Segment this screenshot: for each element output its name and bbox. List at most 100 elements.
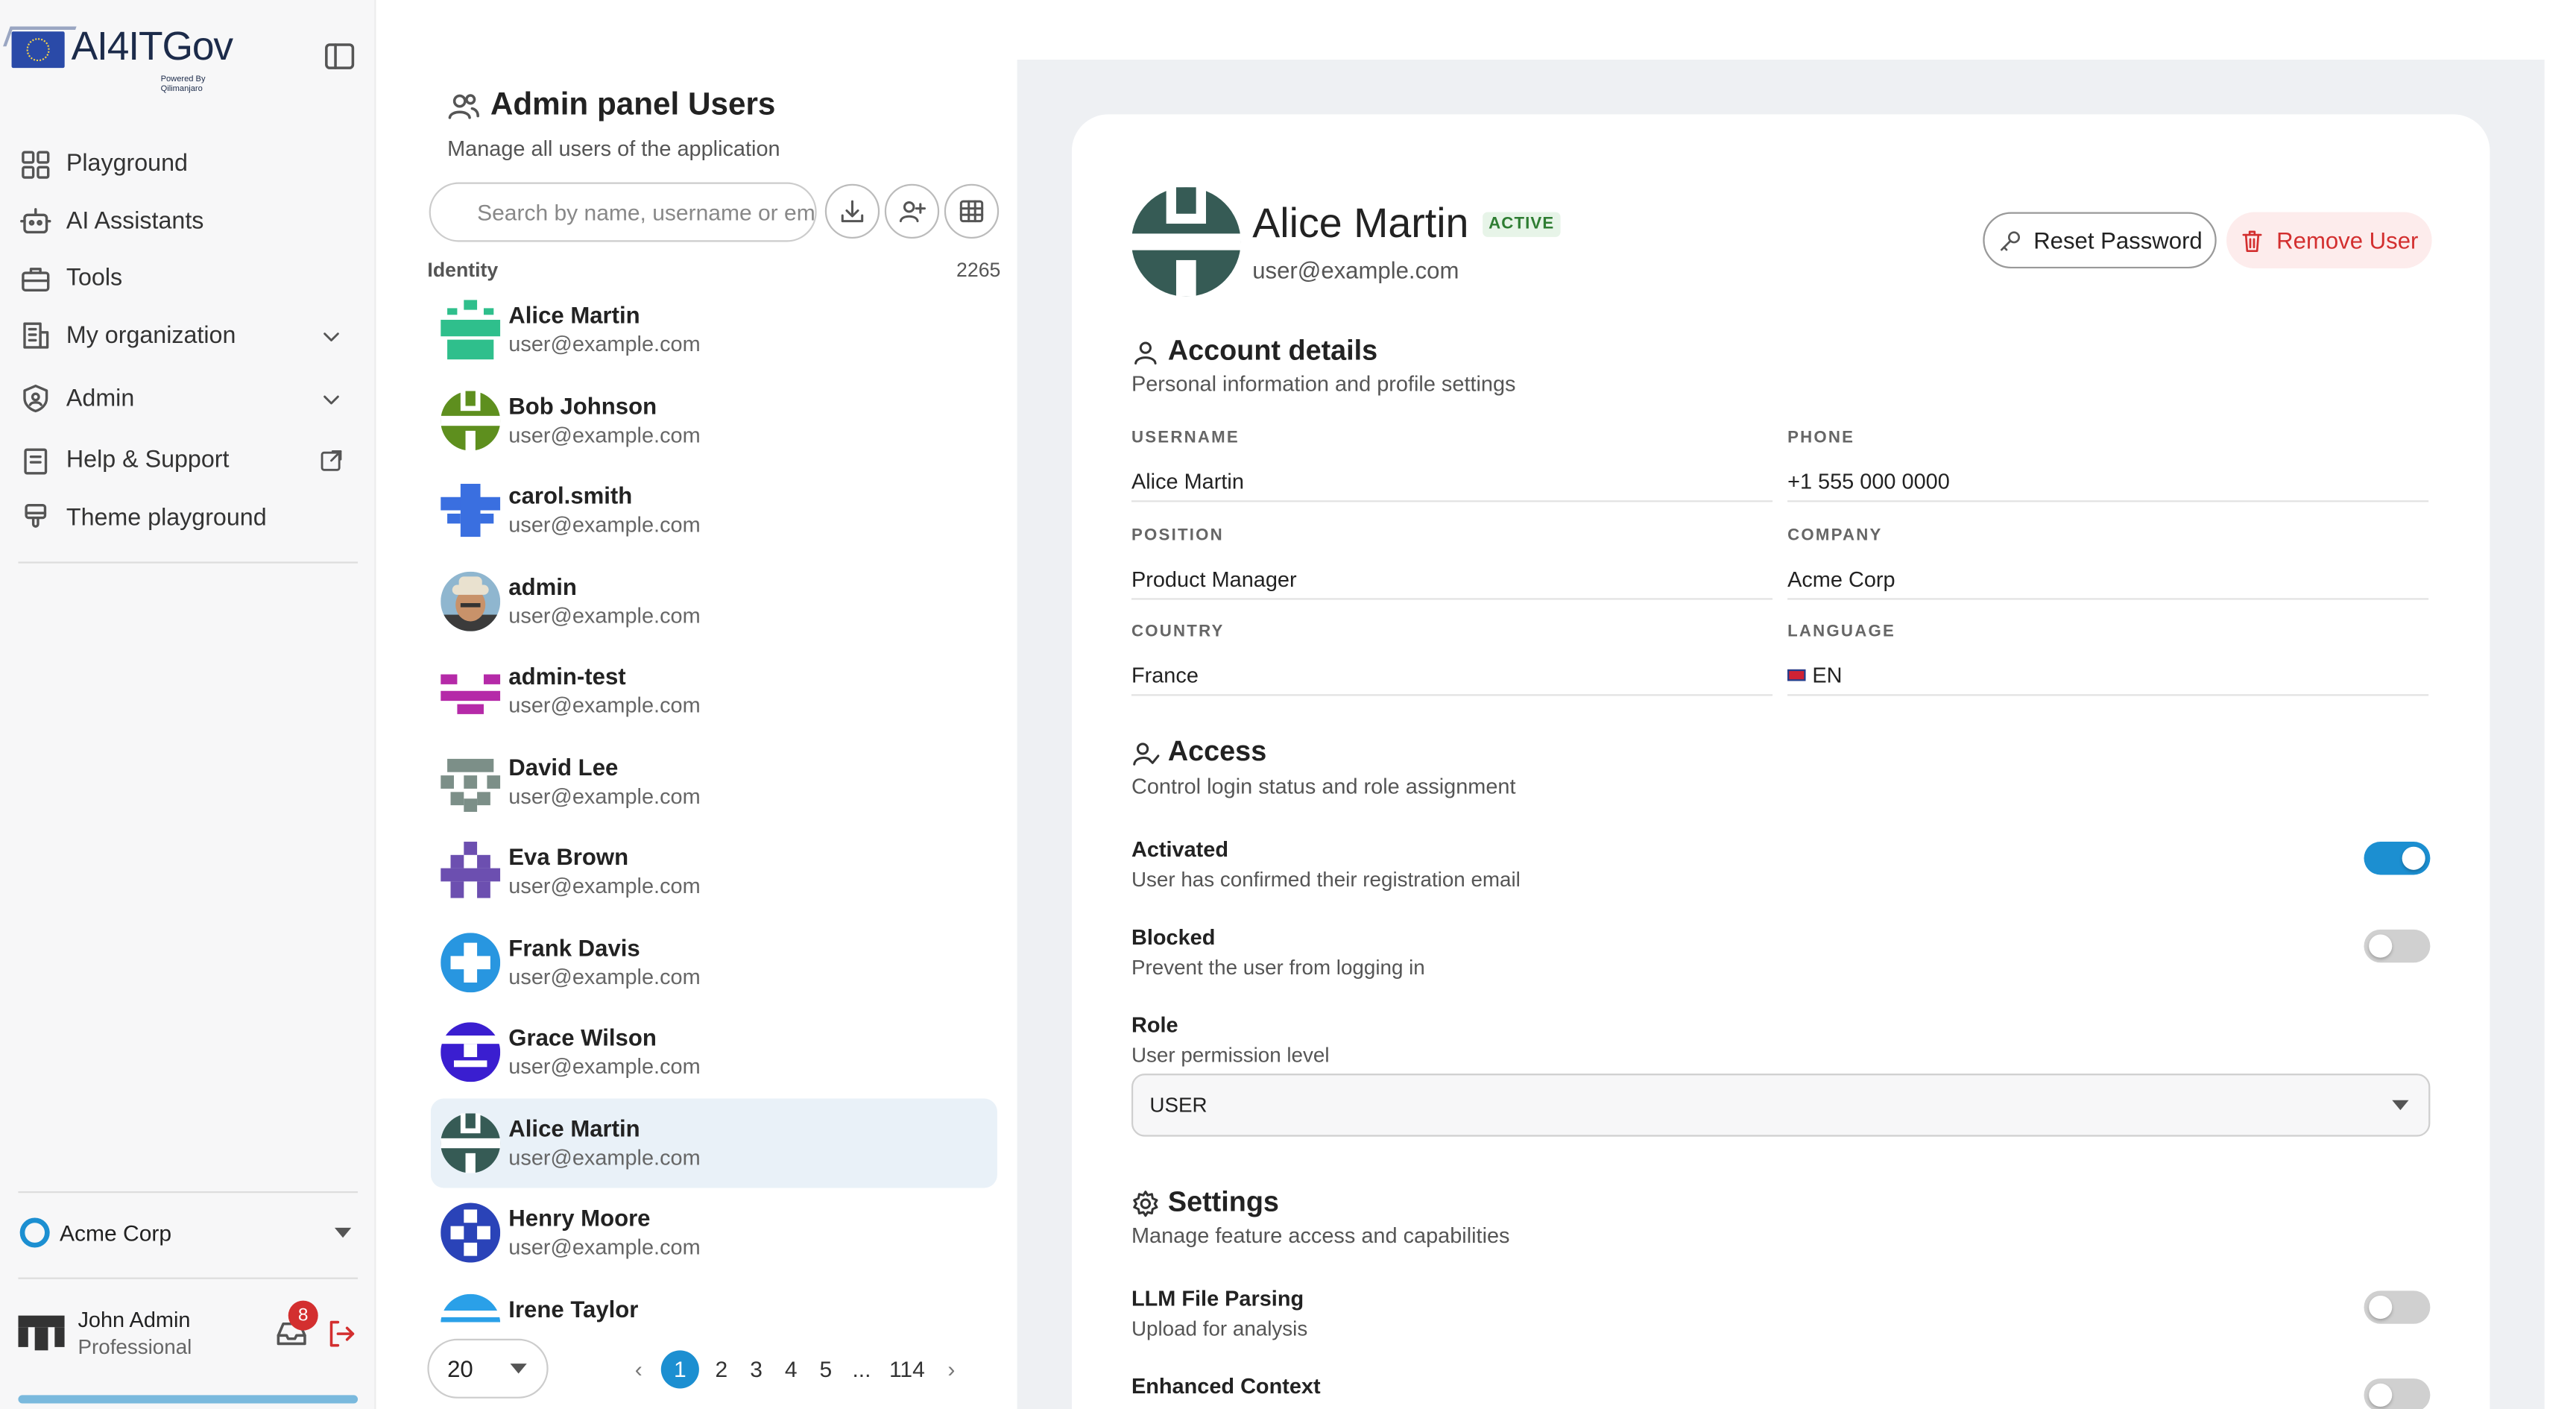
book-icon (24, 447, 48, 474)
user-list-name: admin-test (508, 663, 626, 690)
field-label: PHONE (1787, 429, 1855, 448)
avatar (441, 932, 501, 992)
field-value[interactable]: France (1131, 663, 1772, 687)
user-list-item[interactable]: admin user@example.com (431, 556, 997, 646)
user-list-email: user@example.com (508, 693, 701, 718)
user-list-name: Henry Moore (508, 1205, 651, 1232)
page-button[interactable]: 3 (748, 1356, 764, 1381)
role-select[interactable]: USER (1131, 1074, 2431, 1137)
page-subtitle: Manage all users of the application (447, 136, 780, 161)
field-position: POSITION Product Manager (1131, 503, 1773, 599)
avatar (441, 484, 501, 538)
user-list-email: user@example.com (508, 873, 701, 899)
sidebar-nav: Playground AI Assistants Tools My organi… (20, 136, 360, 546)
toggle-label: Enhanced Context (1131, 1373, 1321, 1399)
toggle-row-llm-file-parsing: LLM File Parsing Upload for analysis (1131, 1285, 2431, 1341)
field-value[interactable]: +1 555 000 0000 (1787, 469, 2428, 494)
user-list-name: Alice Martin (508, 1115, 640, 1141)
uk-flag-icon (1787, 669, 1806, 681)
search-input[interactable]: Search by name, username or email (429, 182, 817, 242)
sidebar-item-playground[interactable]: Playground (20, 136, 360, 193)
logo-text: AI4ITGov (71, 25, 234, 70)
sidebar-item-ai-assistants[interactable]: AI Assistants (20, 193, 360, 250)
reset-password-button[interactable]: Reset Password (1983, 212, 2217, 269)
app-logo[interactable]: AI4ITGov Powered By Qilimanjaro (11, 25, 234, 95)
user-list-item[interactable]: Alice Martin user@example.com (431, 285, 997, 375)
table-icon (959, 200, 984, 223)
sidebar-item-help-support[interactable]: Help & Support (20, 432, 360, 490)
field-value[interactable]: Product Manager (1131, 566, 1772, 590)
caret-down-icon (2392, 1100, 2409, 1111)
toggle-switch[interactable] (2364, 1290, 2431, 1324)
toggle-description: Long-range AI memory (1131, 1405, 2430, 1409)
sidebar: AI4ITGov Powered By Qilimanjaro Playgrou… (0, 0, 376, 1409)
logo-subtext: Powered By Qilimanjaro (160, 75, 206, 95)
user-list-item[interactable]: Henry Moore user@example.com (431, 1188, 997, 1279)
avatar (441, 675, 501, 715)
prev-page-icon[interactable]: ‹ (631, 1356, 647, 1381)
user-list-email: user@example.com (508, 1054, 701, 1079)
toggle-label: Activated (1131, 836, 1229, 862)
field-value[interactable]: Alice Martin (1131, 469, 1772, 494)
trash-icon (2242, 230, 2262, 251)
user-list-email: user@example.com (508, 512, 701, 538)
next-page-icon[interactable]: › (943, 1356, 959, 1381)
sidebar-toggle-icon[interactable] (323, 40, 356, 72)
user-list-item[interactable]: Eva Brown user@example.com (431, 827, 997, 917)
column-header-identity[interactable]: Identity (427, 259, 498, 282)
rows-per-page-select[interactable]: 20 (427, 1338, 549, 1399)
user-list-email: user@example.com (508, 1144, 701, 1170)
page-button[interactable]: 114 (889, 1356, 925, 1381)
sidebar-item-theme-playground[interactable]: Theme playground (20, 490, 360, 547)
user-list-item[interactable]: Frank Davis user@example.com (431, 917, 997, 1007)
page-button[interactable]: 2 (713, 1356, 730, 1381)
user-icon (1134, 341, 1157, 364)
organization-selector[interactable]: Acme Corp (19, 1214, 352, 1251)
field-value[interactable]: EN (1787, 663, 2428, 687)
user-list-item[interactable]: Alice Martin user@example.com (430, 1097, 997, 1188)
user-list-item[interactable]: Bob Johnson user@example.com (431, 375, 997, 465)
toggle-switch[interactable] (2364, 842, 2431, 875)
sidebar-item-my-organization[interactable]: My organization (20, 307, 360, 365)
current-user: John Admin Professional 8 (18, 1299, 358, 1358)
section-subtitle: Manage feature access and capabilities (1131, 1223, 1510, 1248)
notifications-button[interactable]: 8 (275, 1299, 318, 1349)
org-logo-icon (19, 1217, 50, 1248)
sidebar-item-tools[interactable]: Tools (20, 250, 360, 308)
user-list-name: Frank Davis (508, 933, 640, 961)
field-label: COMPANY (1787, 526, 1883, 545)
page-button[interactable]: 4 (783, 1356, 799, 1381)
toggle-row-blocked: Blocked Prevent the user from logging in (1131, 924, 2431, 980)
user-list-item[interactable]: Grace Wilson user@example.com (431, 1007, 997, 1097)
page-button[interactable]: 5 (818, 1356, 834, 1381)
user-list-item[interactable]: carol.smith user@example.com (431, 466, 997, 556)
divider (18, 1277, 359, 1279)
toggle-knob (2369, 1383, 2393, 1407)
export-button[interactable] (824, 183, 880, 239)
user-email: user@example.com (1252, 256, 1459, 284)
toggle-label: LLM File Parsing (1131, 1285, 1304, 1311)
page-button[interactable]: 1 (660, 1349, 699, 1388)
user-list-email: user@example.com (508, 602, 701, 628)
users-list-panel: Admin panel Users Manage all users of th… (376, 0, 1017, 1409)
field-language: LANGUAGE EN (1787, 600, 2429, 696)
logout-icon[interactable] (325, 1317, 358, 1349)
field-value[interactable]: Acme Corp (1787, 566, 2428, 590)
toggle-description: Upload for analysis (1131, 1317, 1308, 1341)
toggle-switch[interactable] (2364, 929, 2431, 963)
toggle-description: Prevent the user from logging in (1131, 956, 1425, 980)
sidebar-item-admin[interactable]: Admin (20, 365, 360, 432)
avatar[interactable] (18, 1310, 65, 1356)
avatar (441, 1293, 501, 1323)
user-list-item[interactable]: admin-test user@example.com (431, 646, 997, 737)
user-list-item[interactable]: David Lee user@example.com (431, 737, 997, 827)
table-view-button[interactable] (944, 183, 1000, 239)
sidebar-item-label: Tools (66, 265, 123, 292)
toolbox-icon (22, 267, 50, 291)
toggle-switch[interactable] (2364, 1378, 2431, 1409)
toggle-row-activated: Activated User has confirmed their regist… (1131, 836, 2431, 892)
remove-user-button[interactable]: Remove User (2226, 212, 2432, 269)
user-list-item[interactable]: Irene Tayloruser@example.com (431, 1279, 997, 1323)
add-user-button[interactable] (884, 183, 940, 239)
user-list-name: Irene Taylor (508, 1295, 639, 1322)
